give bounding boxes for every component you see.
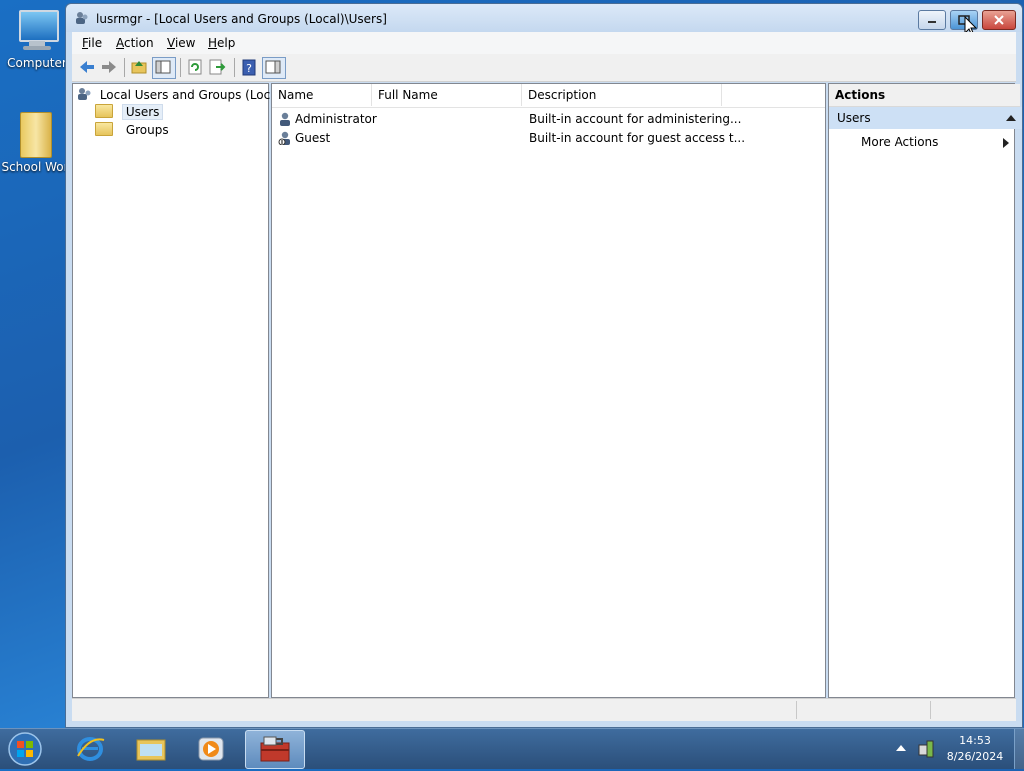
lusrmgr-window: lusrmgr - [Local Users and Groups (Local… (65, 3, 1023, 728)
windows-explorer-folder-icon (136, 739, 166, 761)
show-hidden-icons-arrow-icon[interactable] (896, 745, 906, 751)
taskbar-media-player[interactable] (192, 732, 230, 766)
list-row-administrator[interactable]: Administrator Built-in account for admin… (276, 110, 821, 129)
status-divider (930, 701, 931, 719)
network-icon[interactable] (916, 739, 936, 759)
show-desktop-button[interactable] (1014, 729, 1024, 769)
clock-time: 14:53 (959, 734, 991, 747)
tree-item-groups-label: Groups (125, 123, 169, 137)
taskbar-internet-explorer[interactable] (72, 732, 108, 766)
toolbar: ? (72, 54, 1016, 82)
back-button[interactable] (78, 58, 96, 76)
internet-explorer-icon (77, 737, 105, 761)
disabled-user-account-icon (278, 131, 290, 145)
tree-item-users[interactable]: Users (95, 104, 164, 120)
desktop-icon-school-work[interactable]: School Wor (0, 110, 70, 174)
export-list-button[interactable] (208, 58, 226, 76)
status-bar (72, 698, 1016, 721)
menu-file-label: File (82, 36, 103, 50)
refresh-icon (188, 59, 202, 75)
folder-icon (95, 104, 113, 118)
cell-description: Built-in account for guest access t... (529, 131, 746, 145)
close-button[interactable] (982, 10, 1016, 30)
folder-icon (18, 110, 52, 158)
cell-description: Built-in account for administering... (529, 112, 742, 126)
computer-management-toolbox-icon (260, 736, 290, 762)
show-hide-action-pane-button[interactable] (262, 57, 286, 79)
status-divider (796, 701, 797, 719)
user-account-icon (280, 112, 290, 126)
refresh-button[interactable] (186, 58, 204, 76)
tree-item-users-label: Users (121, 104, 164, 120)
console-tree-pane: Local Users and Groups (Local) Users Gro… (72, 83, 286, 698)
menu-view[interactable]: View (167, 36, 195, 50)
desktop-icon-label: School Wor (1, 160, 69, 174)
windows-start-orb-icon (8, 732, 42, 766)
window-title: lusrmgr - [Local Users and Groups (Local… (96, 12, 387, 26)
column-header-full-name[interactable]: Full Name (372, 84, 522, 106)
clock[interactable]: 14:53 8/26/2024 (940, 734, 1010, 763)
cell-name: Guest (295, 131, 331, 145)
column-header-name[interactable]: Name (272, 84, 372, 106)
title-bar[interactable]: lusrmgr - [Local Users and Groups (Local… (66, 4, 1022, 37)
export-list-icon (209, 59, 226, 75)
tree-item-groups[interactable]: Groups (95, 122, 173, 137)
actions-section-label: Users (837, 111, 871, 125)
up-one-level-button[interactable] (130, 58, 148, 76)
menu-file[interactable]: File (82, 36, 102, 50)
forward-button[interactable] (100, 58, 118, 76)
actions-pane: Actions Users More Actions (828, 83, 1022, 698)
forward-arrow-icon (102, 61, 116, 73)
collapse-up-icon[interactable] (1006, 115, 1016, 121)
toolbar-separator (234, 58, 235, 77)
list-row-guest[interactable]: Guest Built-in account for guest access … (276, 129, 821, 148)
menu-action[interactable]: Action (116, 36, 154, 50)
toolbar-separator (124, 58, 125, 77)
list-header: Name Full Name Description (272, 84, 825, 108)
menu-help[interactable]: Help (208, 36, 235, 50)
show-hide-console-tree-button[interactable] (152, 57, 176, 79)
show-hide-action-pane-icon (265, 60, 281, 74)
cell-name: Administrator (295, 112, 377, 126)
submenu-arrow-icon (1003, 138, 1009, 148)
action-more-actions-label: More Actions (861, 135, 939, 149)
results-list-pane: Name Full Name Description Administrator… (271, 83, 826, 698)
menu-action-label: Action (116, 36, 154, 50)
menu-view-label: View (167, 36, 196, 50)
computer-icon (15, 8, 59, 52)
clock-date: 8/26/2024 (946, 750, 1004, 763)
help-icon: ? (242, 59, 256, 76)
toolbar-separator (180, 58, 181, 77)
actions-header: Actions (829, 84, 1020, 107)
back-arrow-icon (80, 61, 94, 73)
folder-icon (95, 122, 113, 136)
users-groups-icon (78, 88, 91, 100)
tree-root-label: Local Users and Groups (Local) (99, 88, 286, 102)
taskbar-lusrmgr-active[interactable] (245, 730, 305, 769)
tree-root[interactable]: Local Users and Groups (Local) (77, 87, 286, 102)
desktop-icon-computer[interactable]: Computer (2, 8, 72, 70)
lusrmgr-app-icon (75, 11, 89, 25)
media-player-icon (198, 737, 224, 761)
show-hide-tree-icon (155, 60, 171, 74)
help-button[interactable]: ? (240, 58, 258, 76)
svg-text:?: ? (246, 62, 252, 75)
menu-bar: File Action View Help (72, 32, 1016, 54)
action-more-actions[interactable]: More Actions (861, 135, 1011, 153)
menu-help-label: Help (208, 36, 236, 50)
minimize-button[interactable] (918, 10, 946, 30)
taskbar: 14:53 8/26/2024 (0, 728, 1024, 769)
actions-section-users[interactable]: Users (829, 107, 1022, 129)
up-folder-icon (131, 61, 147, 74)
column-header-description[interactable]: Description (522, 84, 722, 106)
desktop-icon-label: Computer (7, 56, 67, 70)
start-button[interactable] (6, 731, 44, 767)
taskbar-windows-explorer[interactable] (132, 732, 170, 766)
